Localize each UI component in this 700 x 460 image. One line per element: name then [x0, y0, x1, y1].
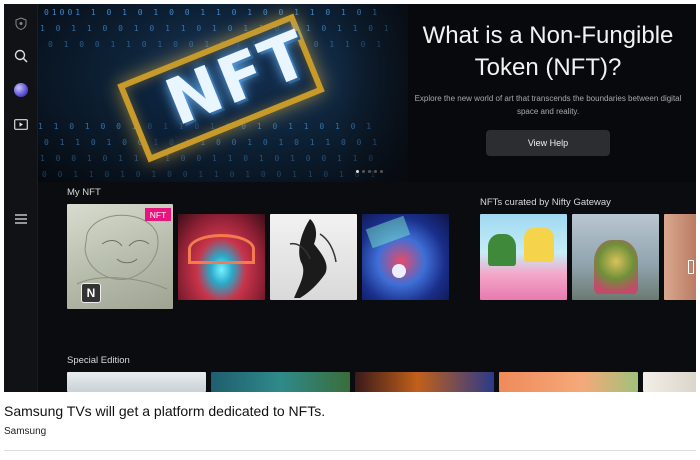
media-icon[interactable] — [11, 114, 31, 134]
curated-tile-3[interactable] — [664, 214, 696, 300]
search-icon[interactable] — [11, 46, 31, 66]
nft-tile-2[interactable] — [178, 214, 265, 300]
curated-tile-2[interactable] — [572, 214, 659, 300]
hero-title: What is a Non-Fungible Token (NFT)? — [422, 22, 674, 81]
nft-tile-featured[interactable]: NFT N — [67, 204, 173, 309]
nft-badge: NFT — [145, 208, 171, 221]
nft-tile-4[interactable] — [362, 214, 449, 300]
my-nft-row-title: My NFT — [67, 187, 101, 198]
carousel-dot[interactable] — [374, 170, 377, 173]
special-tile-2[interactable] — [211, 372, 350, 392]
carousel-dot[interactable] — [356, 170, 359, 173]
hero-banner[interactable]: 01001 1 0 1 0 1 0 0 1 1 0 1 0 0 1 1 0 1 … — [38, 4, 696, 182]
tv-screen: 01001 1 0 1 0 1 0 0 1 1 0 1 0 0 1 1 0 1 … — [4, 4, 696, 392]
nft-tile-3[interactable] — [270, 214, 357, 300]
hero-description: Explore the new world of art that transc… — [414, 94, 682, 116]
special-edition-row-title: Special Edition — [67, 355, 130, 366]
special-tile-1[interactable] — [67, 372, 206, 392]
divider — [4, 450, 696, 451]
carousel-dot[interactable] — [380, 170, 383, 173]
image-credit: Samsung — [4, 426, 47, 437]
view-help-button[interactable]: View Help — [486, 130, 610, 156]
globe-icon[interactable] — [11, 80, 31, 100]
special-tile-3[interactable] — [355, 372, 494, 392]
curated-tile-1[interactable] — [480, 214, 567, 300]
menu-icon[interactable] — [11, 209, 31, 229]
carousel-indicator — [356, 170, 383, 173]
nifty-logo-icon: N — [81, 283, 101, 303]
carousel-dot[interactable] — [368, 170, 371, 173]
special-tile-5[interactable] — [643, 372, 696, 392]
sidebar — [4, 4, 38, 392]
carousel-dot[interactable] — [362, 170, 365, 173]
curated-row-title: NFTs curated by Nifty Gateway — [480, 197, 611, 208]
special-tile-4[interactable] — [499, 372, 638, 392]
shield-icon[interactable] — [11, 13, 31, 33]
image-caption: Samsung TVs will get a platform dedicate… — [4, 403, 326, 419]
